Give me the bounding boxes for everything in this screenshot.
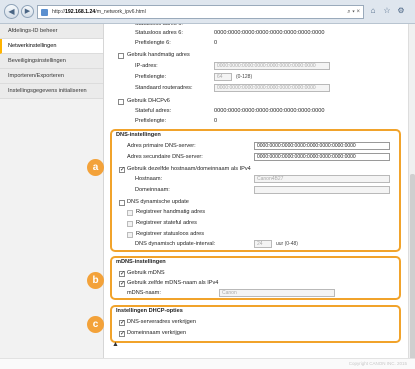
address-bar[interactable]: http://192.168.1.24/m_network_ipv6.html …	[37, 5, 364, 19]
router-label: Standaard routeradres:	[135, 85, 193, 91]
sidebar-item-import-export[interactable]: Importeren/Exporteren	[0, 69, 103, 84]
callout-badge-c: c	[87, 316, 104, 333]
url-path: /m_network_ipv6.html	[95, 9, 146, 15]
stateless-addr-value: 0000:0000:0000:0000:0000:0000:0000:0000	[214, 30, 325, 36]
gear-icon[interactable]: ⚙	[396, 6, 406, 16]
prefix-range: (0-128)	[236, 74, 253, 80]
sidebar: Afdelings-ID beheer Netwerkinstellingen …	[0, 24, 104, 362]
interval-label: DNS dynamisch update-interval:	[135, 241, 216, 247]
sidebar-item-department-id[interactable]: Afdelings-ID beheer	[0, 24, 103, 39]
primary-dns-input[interactable]: 0000:0000:0000:0000:0000:0000:0000:0000	[254, 142, 390, 150]
use-mdns-label: Gebruik mDNS	[127, 270, 165, 276]
ip-label: IP-adres:	[135, 63, 158, 69]
same-mdns-checkbox[interactable]	[119, 280, 125, 287]
hostname-input[interactable]: Canon4B27	[254, 175, 390, 183]
mdns-settings-title: mDNS-instellingen	[116, 259, 166, 265]
browser-toolbar: ◀ ▶ http://192.168.1.24/m_network_ipv6.h…	[0, 0, 415, 24]
copyright-text: Copyright CANON INC. 2015	[348, 361, 407, 366]
router-input[interactable]: 0000:0000:0000:0000:0000:0000:0000:0000	[214, 84, 330, 92]
prefix-label-b: Prefixlengte:	[135, 74, 167, 80]
callout-badge-b: b	[87, 272, 104, 289]
prefix-value-c: 0	[214, 118, 218, 124]
domain-input[interactable]	[254, 186, 390, 194]
reg-manual-label: Registreer handmatig adres	[136, 209, 206, 215]
stateful-value: 0000:0000:0000:0000:0000:0000:0000:0000	[214, 108, 325, 114]
dhcpv6-checkbox[interactable]	[118, 98, 124, 105]
dns-server-option-label: DNS-serveradres verkrijgen	[127, 319, 197, 325]
mdns-name-label: mDNS-naam:	[127, 290, 161, 296]
domain-label: Domeinnaam:	[135, 187, 170, 193]
interval-unit: uur (0-48)	[276, 241, 298, 247]
home-icon[interactable]: ⌂	[368, 6, 378, 16]
mdns-name-input[interactable]: Canon	[219, 289, 335, 297]
star-icon[interactable]: ☆	[382, 6, 392, 16]
address-tools-icons[interactable]: ⌕ ▾ ×	[347, 6, 360, 18]
manual-addr-checkbox[interactable]	[118, 52, 124, 59]
dyn-update-label: DNS dynamische update	[127, 199, 189, 205]
secondary-dns-label: Adres secundaire DNS-server:	[127, 154, 203, 160]
url-prefix: http://	[52, 9, 65, 15]
sidebar-item-security[interactable]: Beveiligingsinstellingen	[0, 54, 103, 69]
stateless-addr-label-2: Statusloos adres 6:	[135, 30, 183, 36]
reg-stateful-label: Registreer stateful adres	[136, 220, 197, 226]
back-button[interactable]: ◀	[4, 4, 19, 19]
prefix-label-c: Prefixlengte:	[135, 118, 167, 124]
site-icon	[41, 9, 48, 16]
dns-server-option-checkbox[interactable]	[119, 319, 125, 326]
dyn-update-checkbox[interactable]	[119, 199, 125, 206]
use-mdns-checkbox[interactable]	[119, 270, 125, 277]
same-host-label: Gebruik dezelfde hostnaam/domeinnaam als…	[127, 166, 251, 172]
interval-input[interactable]: 24	[254, 240, 272, 248]
main-content: Statusloos adres 6: Statusloos adres 6: …	[105, 24, 408, 362]
sidebar-item-network[interactable]: Netwerkinstellingen	[0, 39, 103, 54]
secondary-dns-input[interactable]: 0000:0000:0000:0000:0000:0000:0000:0000	[254, 153, 390, 161]
ip-input[interactable]: 0000:0000:0000:0000:0000:0000:0000:0000	[214, 62, 330, 70]
primary-dns-label: Adres primaire DNS-server:	[127, 143, 196, 149]
manual-addr-label: Gebruik handmatig adres	[127, 52, 190, 58]
domain-name-option-label: Domeinnaam verkrijgen	[127, 330, 187, 336]
prefix-value-a: 0	[214, 40, 218, 46]
prefix-input[interactable]: 64	[214, 73, 232, 81]
reg-stateful-checkbox[interactable]	[127, 220, 133, 227]
stateful-label: Stateful adres:	[135, 108, 172, 114]
url-domain: 192.168.1.24	[64, 9, 96, 15]
callout-badge-a: a	[87, 159, 104, 176]
vertical-scrollbar[interactable]	[408, 24, 415, 364]
reg-stateless-label: Registreer statusloos adres	[136, 231, 205, 237]
domain-name-option-checkbox[interactable]	[119, 330, 125, 337]
prefix-label-a: Prefixlengte 6:	[135, 40, 171, 46]
same-mdns-label: Gebruik zelfde mDNS-naam als IPv4	[127, 280, 219, 286]
forward-button[interactable]: ▶	[21, 5, 34, 18]
hostname-label: Hostnaam:	[135, 176, 163, 182]
same-host-checkbox[interactable]	[119, 166, 125, 173]
scroll-to-top-icon[interactable]: ▲	[112, 341, 119, 348]
dns-settings-title: DNS-instellingen	[116, 132, 161, 138]
reg-manual-checkbox[interactable]	[127, 209, 133, 216]
dhcpv6-label: Gebruik DHCPv6	[127, 98, 170, 104]
sidebar-item-initialize[interactable]: Instellingsgegevens initialiseren	[0, 84, 103, 99]
dhcp-options-title: Instellingen DHCP-opties	[116, 308, 183, 314]
scrollbar-thumb[interactable]	[410, 174, 415, 364]
stateless-addr-label: Statusloos adres 6:	[135, 24, 183, 27]
reg-stateless-checkbox[interactable]	[127, 231, 133, 238]
status-bar: Copyright CANON INC. 2015	[0, 358, 415, 369]
